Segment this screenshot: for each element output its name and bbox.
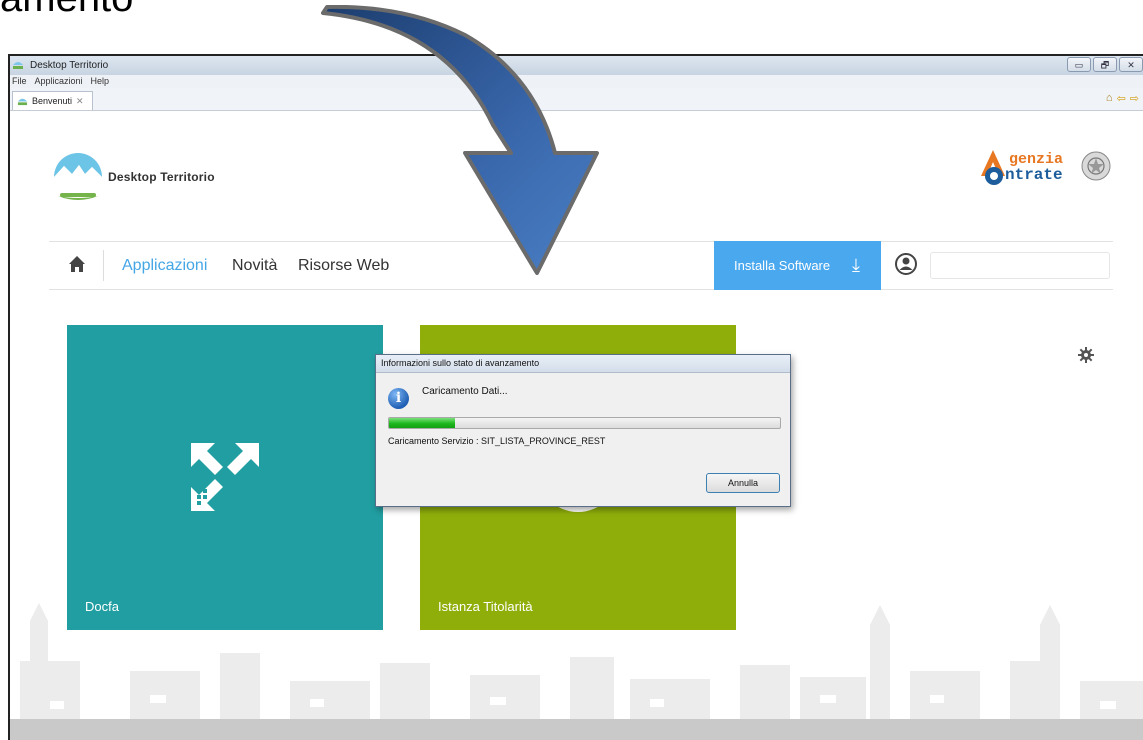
tab-benvenuti[interactable]: Benvenuti ✕: [12, 91, 93, 110]
progress-fill: [389, 418, 456, 428]
curved-arrow-icon: [321, 5, 599, 275]
dialog-message: Caricamento Dati...: [422, 386, 508, 397]
forward-arrow-icon[interactable]: ⇨: [1130, 92, 1139, 105]
docfa-arrows-icon: [191, 443, 259, 511]
app-icon: [13, 62, 23, 69]
menu-help[interactable]: Help: [91, 75, 110, 88]
user-account-icon[interactable]: [895, 253, 917, 275]
search-input[interactable]: [930, 252, 1110, 279]
back-arrow-icon[interactable]: ⇦: [1117, 92, 1126, 105]
tile-docfa-label: Docfa: [85, 599, 119, 614]
nav-novita[interactable]: Novità: [232, 257, 277, 275]
tab-app-icon: [17, 98, 28, 106]
progress-dialog: Informazioni sullo stato di avanzamento …: [375, 354, 791, 507]
restore-button[interactable]: 🗗: [1093, 57, 1117, 72]
footer-strip: [10, 719, 1143, 740]
install-software-button[interactable]: Installa Software ⤓: [714, 241, 881, 290]
tab-close-icon[interactable]: ✕: [76, 93, 84, 110]
svg-text:ntrate: ntrate: [1005, 166, 1063, 184]
tile-docfa[interactable]: Docfa: [67, 325, 383, 630]
desktop-territorio-logo: [54, 153, 102, 200]
progress-bar: [388, 417, 781, 429]
window-title: Desktop Territorio: [30, 60, 109, 71]
slide-caption: amento: [0, 0, 133, 21]
menu-file[interactable]: File: [12, 75, 27, 88]
close-button[interactable]: ✕: [1119, 57, 1143, 72]
info-icon: i: [388, 388, 409, 409]
dialog-title: Informazioni sullo stato di avanzamento: [376, 355, 790, 373]
tab-label: Benvenuti: [32, 95, 73, 106]
settings-gear-icon[interactable]: [1078, 347, 1094, 363]
minimize-button[interactable]: ▭: [1067, 57, 1091, 72]
home-nav-icon[interactable]: ⌂: [1106, 92, 1113, 105]
menu-applicazioni[interactable]: Applicazioni: [35, 75, 83, 88]
agenzia-entrate-logo: genzia ntrate: [981, 150, 1111, 185]
home-icon[interactable]: [68, 255, 86, 273]
dialog-status: Caricamento Servizio : SIT_LISTA_PROVINC…: [388, 436, 606, 446]
nav-divider: [103, 250, 104, 281]
install-software-label: Installa Software: [734, 258, 831, 273]
download-icon: ⤓: [852, 255, 860, 275]
nav-applicazioni[interactable]: Applicazioni: [122, 257, 207, 275]
product-name: Desktop Territorio: [108, 170, 215, 184]
tile-istanza-label: Istanza Titolarità: [438, 599, 533, 614]
cancel-button[interactable]: Annulla: [706, 473, 780, 493]
